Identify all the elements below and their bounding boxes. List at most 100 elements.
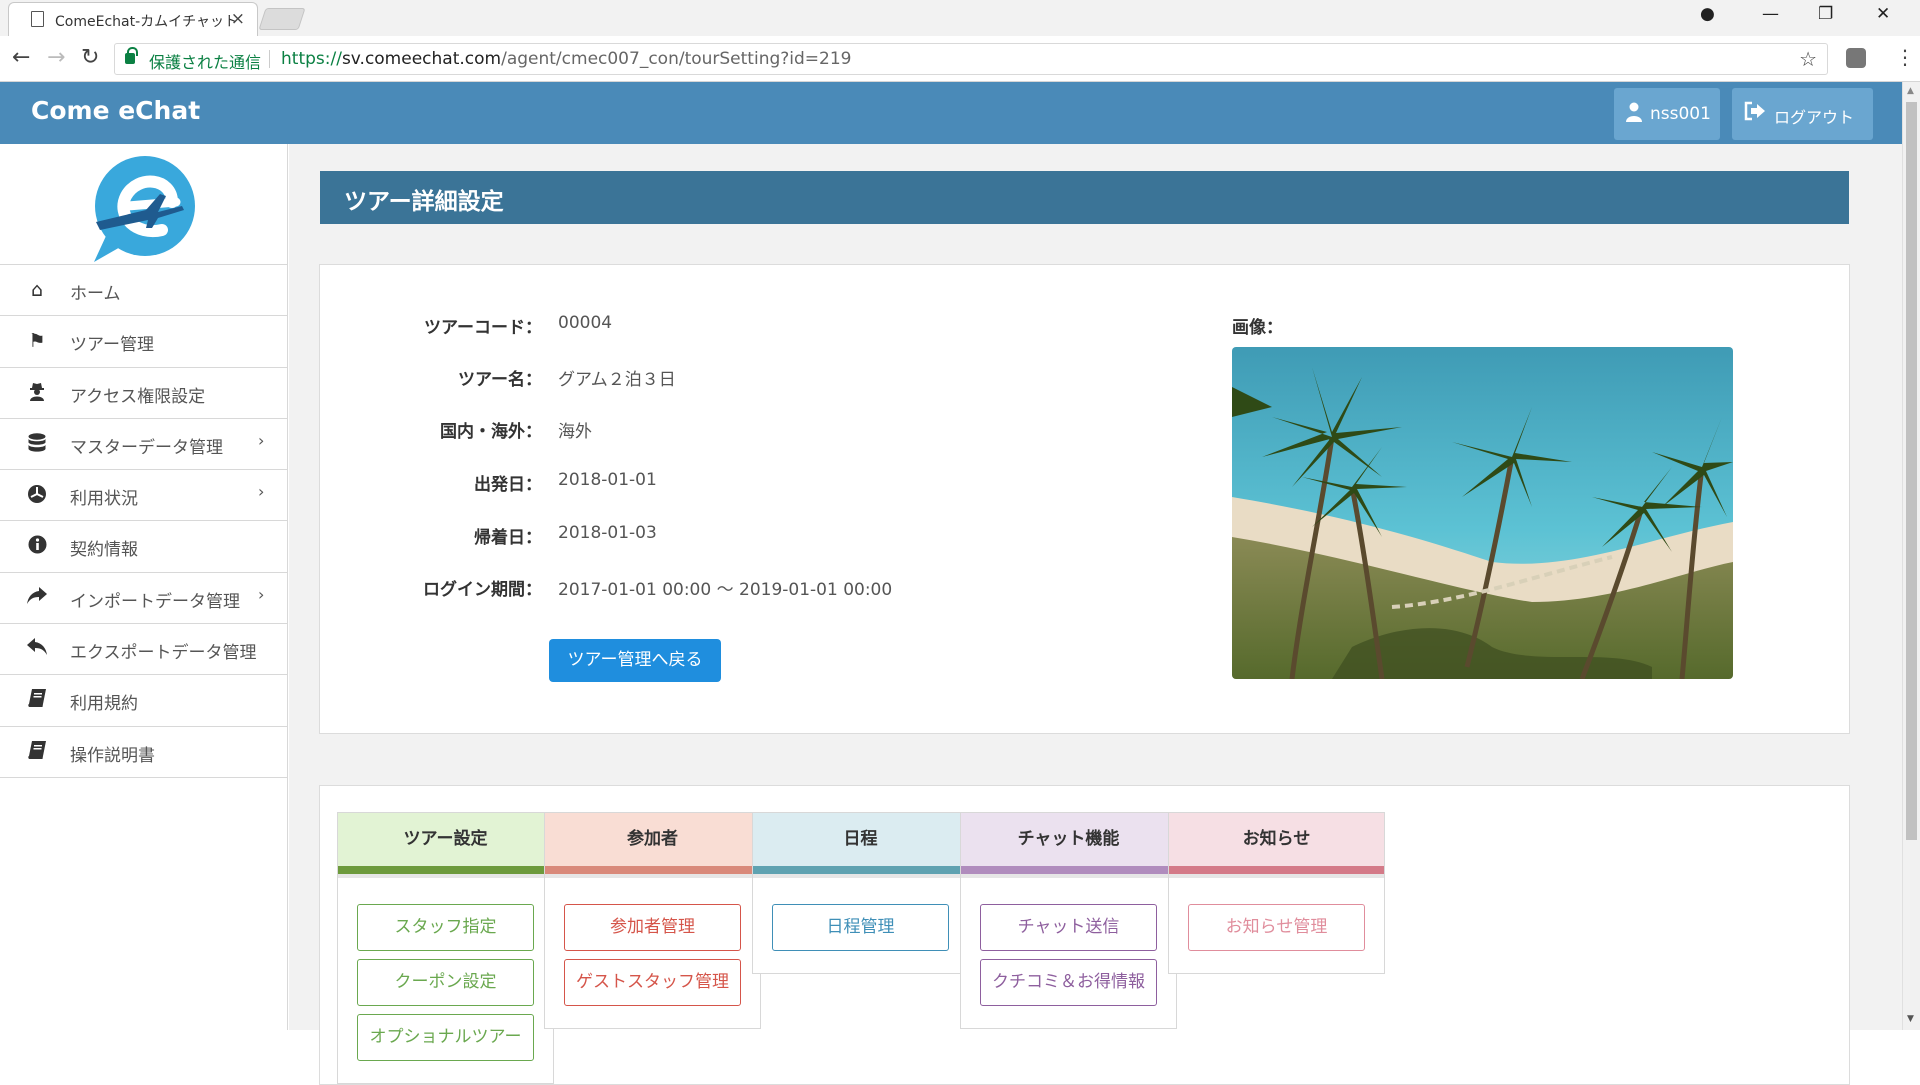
book-icon xyxy=(26,740,48,765)
staff-assign-button[interactable]: スタッフ指定 xyxy=(357,904,534,951)
account-icon[interactable]: ● xyxy=(1700,4,1715,24)
sign-out-icon xyxy=(1744,101,1766,127)
page-title-bar: ツアー詳細設定 xyxy=(320,171,1849,224)
module-schedule: 日程 日程管理 xyxy=(752,812,969,974)
tour-image xyxy=(1232,347,1733,679)
tab-title: ComeEchat-カムイチャット xyxy=(55,14,238,30)
sidebar-nav: ⌂ ホーム ⚑ ツアー管理 アクセス権限設定 マスターデータ管理 › 利用状況 … xyxy=(0,264,287,778)
participant-management-button[interactable]: 参加者管理 xyxy=(564,904,741,951)
forward-arrow-icon[interactable]: → xyxy=(47,45,65,70)
detail-value: 海外 xyxy=(558,422,592,442)
brand-title[interactable]: Come eChat xyxy=(31,96,200,125)
sidebar-item-usage-status[interactable]: 利用状況 › xyxy=(0,470,287,522)
detail-key: ツアー名： xyxy=(458,370,542,390)
chat-send-button[interactable]: チャット送信 xyxy=(980,904,1157,951)
close-window-button[interactable]: ✕ xyxy=(1876,4,1890,24)
detail-value: 2017-01-01 00:00 〜 2019-01-01 00:00 xyxy=(558,580,893,600)
sidebar-item-contract-info[interactable]: 契約情報 xyxy=(0,521,287,573)
detail-value: グアム２泊３日 xyxy=(558,370,676,390)
logout-label: ログアウト xyxy=(1774,108,1855,127)
sidebar-item-label: 利用状況 xyxy=(70,489,138,510)
sidebar-item-label: ツアー管理 xyxy=(70,335,154,356)
user-icon xyxy=(1626,102,1642,127)
sidebar-item-access-rights[interactable]: アクセス権限設定 xyxy=(0,368,287,419)
sidebar-item-label: 利用規約 xyxy=(70,694,138,715)
address-bar[interactable]: 保護された通信 https://sv.comeechat.com/agent/c… xyxy=(114,43,1828,75)
omnibox-divider xyxy=(269,50,270,68)
user-secret-icon xyxy=(26,382,48,406)
share-icon xyxy=(26,586,48,610)
scrollbar-thumb[interactable] xyxy=(1906,102,1917,840)
detail-row-departure-date: 出発日： 2018-01-01 xyxy=(320,470,1020,500)
detail-key: 帰着日： xyxy=(474,528,542,548)
schedule-management-button[interactable]: 日程管理 xyxy=(772,904,949,951)
sidebar-item-manual[interactable]: 操作説明書 xyxy=(0,727,287,778)
user-button[interactable]: nss001 xyxy=(1614,88,1720,140)
minimize-button[interactable]: — xyxy=(1762,4,1779,24)
module-color-bar xyxy=(1169,866,1384,878)
image-label: 画像： xyxy=(1232,318,1283,338)
bookmark-star-icon[interactable]: ☆ xyxy=(1799,47,1817,71)
new-tab-button[interactable] xyxy=(258,8,306,30)
sidebar-item-terms[interactable]: 利用規約 xyxy=(0,675,287,727)
url-host: sv.comeechat.com xyxy=(341,49,502,69)
extension-icon[interactable] xyxy=(1846,48,1866,68)
detail-row-return-date: 帰着日： 2018-01-03 xyxy=(320,523,1020,553)
browser-tabstrip: ComeEchat-カムイチャット × ● — ❐ ✕ xyxy=(0,0,1920,36)
detail-row-tour-name: ツアー名： グアム２泊３日 xyxy=(320,365,1020,395)
scroll-down-icon[interactable]: ▼ xyxy=(1907,1014,1914,1024)
logout-button[interactable]: ログアウト xyxy=(1732,88,1873,140)
reload-icon[interactable]: ↻ xyxy=(81,45,99,70)
page-title: ツアー詳細設定 xyxy=(344,189,504,215)
document-icon xyxy=(31,11,44,27)
flag-icon: ⚑ xyxy=(28,330,46,353)
sidebar-item-tour-management[interactable]: ⚑ ツアー管理 xyxy=(0,316,287,368)
sidebar-item-label: マスターデータ管理 xyxy=(70,437,223,458)
chevron-right-icon: › xyxy=(258,584,265,604)
scroll-up-icon[interactable]: ▲ xyxy=(1907,86,1914,96)
guest-staff-management-button[interactable]: ゲストスタッフ管理 xyxy=(564,959,741,1006)
lock-icon xyxy=(125,47,138,64)
module-chat: チャット機能 チャット送信 クチコミ＆お得情報 xyxy=(960,812,1177,1029)
back-to-tour-management-button[interactable]: ツアー管理へ戻る xyxy=(549,639,721,682)
page-scrollbar[interactable]: ▲ ▼ xyxy=(1902,82,1920,1030)
detail-key: 出発日： xyxy=(474,475,542,495)
sidebar-item-export-data[interactable]: エクスポートデータ管理 xyxy=(0,624,287,676)
back-arrow-icon[interactable]: ← xyxy=(12,45,30,70)
sidebar-item-label: 契約情報 xyxy=(70,540,138,561)
user-name: nss001 xyxy=(1650,104,1711,124)
detail-row-domestic-overseas: 国内・海外： 海外 xyxy=(320,417,1020,447)
sidebar-item-label: アクセス権限設定 xyxy=(70,386,206,407)
sidebar-item-import-data[interactable]: インポートデータ管理 › xyxy=(0,573,287,625)
sidebar-item-master-data[interactable]: マスターデータ管理 › xyxy=(0,419,287,471)
url-text[interactable]: https://sv.comeechat.com/agent/cmec007_c… xyxy=(281,49,852,69)
tour-detail-card: ツアーコード： 00004 ツアー名： グアム２泊３日 国内・海外： 海外 出発… xyxy=(319,264,1850,734)
coupon-settings-button[interactable]: クーポン設定 xyxy=(357,959,534,1006)
browser-menu-icon[interactable]: ⋮ xyxy=(1895,45,1915,69)
browser-tab[interactable]: ComeEchat-カムイチャット × xyxy=(8,2,258,36)
sidebar-item-label: 操作説明書 xyxy=(70,745,155,766)
detail-key: ツアーコード： xyxy=(424,318,542,338)
module-color-bar xyxy=(961,866,1176,878)
module-title: 日程 xyxy=(753,813,968,866)
notice-management-button[interactable]: お知らせ管理 xyxy=(1188,904,1365,951)
module-color-bar xyxy=(545,866,760,878)
detail-key: 国内・海外： xyxy=(440,422,542,442)
database-icon xyxy=(26,433,48,458)
restore-button[interactable]: ❐ xyxy=(1818,4,1833,24)
sidebar-item-home[interactable]: ⌂ ホーム xyxy=(0,265,287,317)
home-icon: ⌂ xyxy=(30,279,44,301)
browser-toolbar: ← → ↻ 保護された通信 https://sv.comeechat.com/a… xyxy=(0,36,1920,82)
reviews-deals-button[interactable]: クチコミ＆お得情報 xyxy=(980,959,1157,1006)
detail-row-login-period: ログイン期間： 2017-01-01 00:00 〜 2019-01-01 00… xyxy=(320,575,1020,605)
tab-close-button[interactable]: × xyxy=(231,9,245,29)
detail-value: 2018-01-01 xyxy=(558,470,657,490)
book-icon xyxy=(26,689,48,713)
main-content: ツアー詳細設定 ツアーコード： 00004 ツアー名： グアム２泊３日 国内・海… xyxy=(289,144,1902,1085)
comeechat-logo xyxy=(94,156,195,262)
optional-tour-button[interactable]: オプショナルツアー xyxy=(357,1014,534,1061)
url-path: /agent/cmec007_con/tourSetting?id=219 xyxy=(501,49,852,69)
detail-key: ログイン期間： xyxy=(423,580,542,600)
module-title: ツアー設定 xyxy=(338,813,553,866)
module-title: お知らせ xyxy=(1169,813,1384,866)
